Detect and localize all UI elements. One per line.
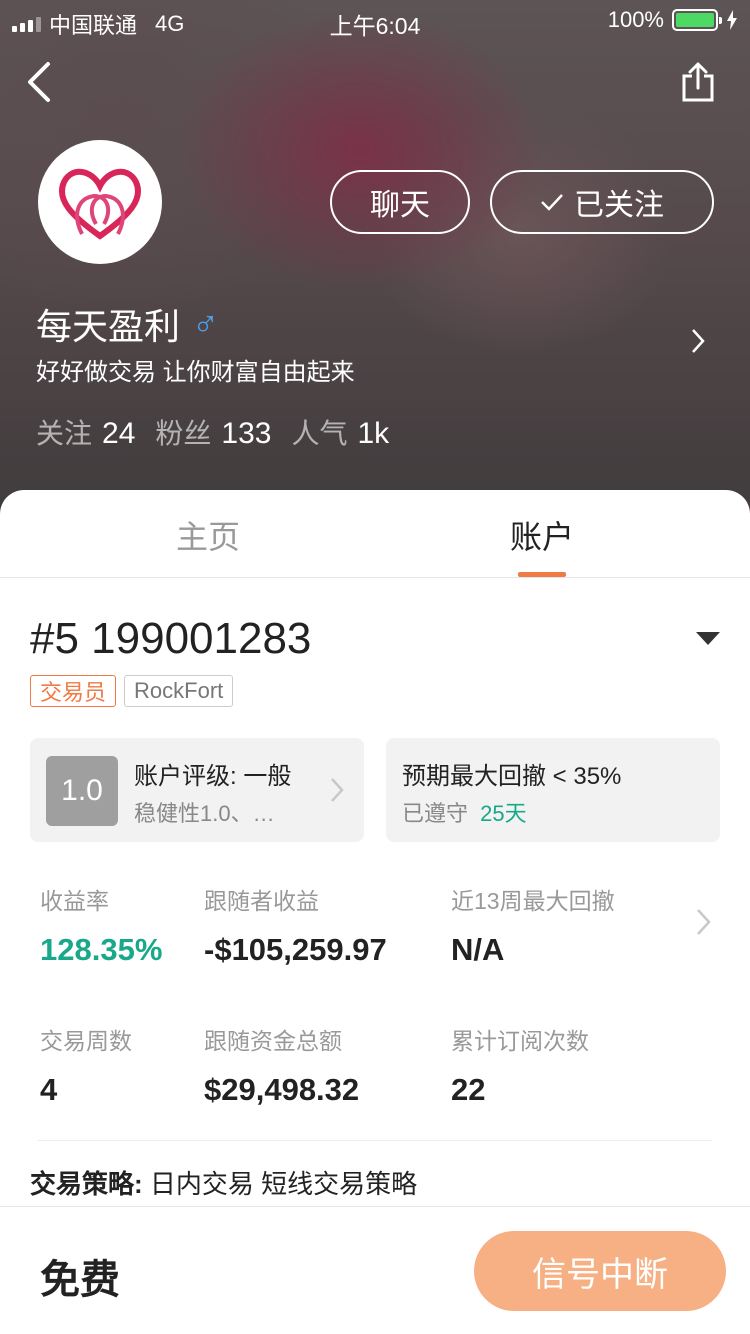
account-tags: 交易员 RockFort <box>30 675 234 707</box>
tag-trader: 交易员 <box>30 675 117 707</box>
strategy-row: 交易策略: 日内交易 短线交易策略 <box>30 1164 417 1201</box>
metric-return-label: 收益率 <box>40 888 109 914</box>
checkmark-icon <box>541 194 563 211</box>
male-gender-icon: ♂ <box>192 303 220 344</box>
profile-name: 每天盈利 <box>36 306 181 347</box>
tab-bar: 主页 账户 <box>0 490 750 578</box>
metric-weeks-value: 4 <box>40 1072 58 1107</box>
stat-fans-label: 粉丝 <box>155 418 212 449</box>
stat-following-value[interactable]: 24 <box>102 417 135 451</box>
chevron-right-icon <box>697 909 711 935</box>
account-dropdown-icon[interactable] <box>696 632 720 645</box>
tab-account[interactable]: 账户 <box>510 512 574 558</box>
profile-name-row: 每天盈利 ♂ <box>36 298 219 350</box>
drawdown-days: 25天 <box>480 801 527 826</box>
metric-subscriptions-label: 累计订阅次数 <box>451 1028 589 1054</box>
rating-subtitle: 稳健性1.0、… <box>134 801 275 826</box>
metric-return-value: 128.35% <box>40 932 163 967</box>
metric-subscriptions-value: 22 <box>451 1072 486 1107</box>
account-id: #5 199001283 <box>30 614 312 663</box>
bottom-action-bar: 免费 信号中断 <box>0 1206 750 1334</box>
price-label: 免费 <box>40 1258 120 1302</box>
metric-funds-label: 跟随资金总额 <box>204 1028 342 1054</box>
avatar[interactable] <box>38 140 162 264</box>
profile-stats: 关注 24 粉丝 133 人气 1k <box>36 412 409 452</box>
battery-icon <box>672 9 722 31</box>
profile-detail-chevron[interactable] <box>688 326 708 356</box>
stat-popularity-value: 1k <box>357 417 390 450</box>
divider <box>38 1140 712 1141</box>
metric-funds-value: $29,498.32 <box>204 1072 360 1107</box>
drawdown-title: 预期最大回撤 < 35% <box>402 763 622 790</box>
drawdown-sub: 已遵守 25天 <box>402 796 527 828</box>
rating-score: 1.0 <box>46 756 118 826</box>
metrics-detail-chevron[interactable] <box>694 906 714 938</box>
drawdown-sub-label: 已遵守 <box>402 801 469 826</box>
metric-follower-profit-value: -$105,259.97 <box>204 932 387 967</box>
chevron-right-icon <box>331 778 344 802</box>
metric-follower-profit-label: 跟随者收益 <box>204 888 319 914</box>
stat-following-label: 关注 <box>36 418 93 449</box>
drawdown-card: 预期最大回撤 < 35% 已遵守 25天 <box>386 738 720 842</box>
chat-button[interactable]: 聊天 <box>330 170 470 234</box>
rating-title: 账户评级: 一般 <box>134 763 292 790</box>
status-bar: 中国联通 4G 上午6:04 100% <box>0 0 750 40</box>
tab-home[interactable]: 主页 <box>176 512 240 558</box>
chevron-right-icon <box>692 329 705 353</box>
chat-button-label: 聊天 <box>370 189 430 222</box>
rating-chevron <box>328 776 346 804</box>
back-arrow-icon <box>28 62 50 102</box>
signal-button[interactable]: 信号中断 <box>474 1231 726 1311</box>
metric-weeks-label: 交易周数 <box>40 1028 132 1054</box>
follow-button-label: 已关注 <box>574 189 664 222</box>
share-icon <box>682 62 714 102</box>
signal-button-label: 信号中断 <box>532 1255 668 1294</box>
battery-percent: 100% <box>607 7 664 32</box>
strategy-value: 日内交易 短线交易策略 <box>149 1169 418 1199</box>
charging-icon <box>727 10 737 30</box>
back-button[interactable] <box>24 60 64 104</box>
heart-logo-icon <box>59 169 141 240</box>
follow-button[interactable]: 已关注 <box>490 170 714 234</box>
metric-drawdown-value: N/A <box>451 932 505 967</box>
metric-drawdown-label: 近13周最大回撤 <box>451 888 615 914</box>
active-tab-indicator <box>518 572 566 577</box>
rating-card[interactable]: 1.0 账户评级: 一般 稳健性1.0、… <box>30 738 364 842</box>
strategy-label: 交易策略: <box>30 1169 143 1199</box>
stat-fans-value[interactable]: 133 <box>221 417 271 451</box>
stat-popularity-label: 人气 <box>291 418 348 449</box>
profile-bio: 好好做交易 让你财富自由起来 <box>36 359 355 386</box>
share-button[interactable] <box>680 60 716 104</box>
tag-broker: RockFort <box>124 675 234 707</box>
